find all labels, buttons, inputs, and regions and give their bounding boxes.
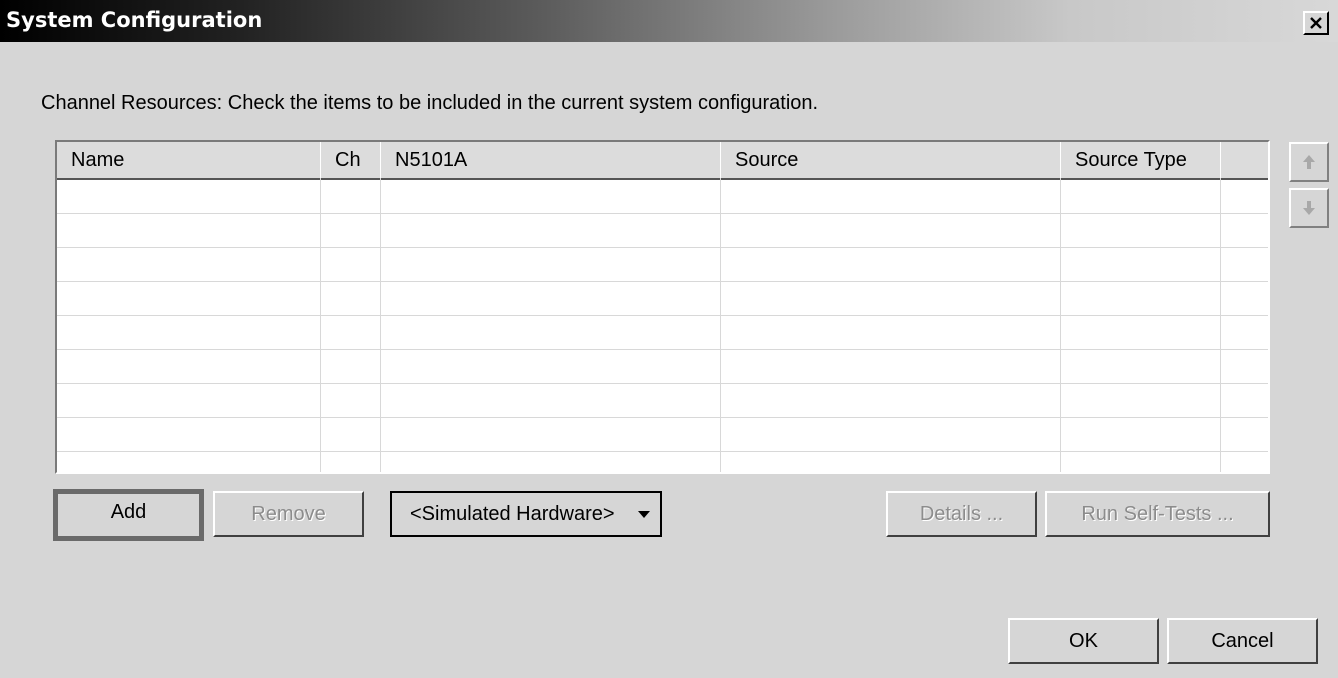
arrow-down-icon <box>1303 201 1315 215</box>
column-header-ch[interactable]: Ch <box>321 142 381 178</box>
chevron-down-icon <box>638 511 650 518</box>
column-header-source[interactable]: Source <box>721 142 1061 178</box>
hardware-select-value: <Simulated Hardware> <box>410 503 615 525</box>
column-header-extra[interactable] <box>1221 142 1268 178</box>
ok-button[interactable]: OK <box>1008 618 1159 664</box>
run-self-tests-button[interactable]: Run Self-Tests ... <box>1045 491 1270 537</box>
window-title: System Configuration <box>6 8 263 32</box>
channel-resources-table[interactable]: Name Ch N5101A Source Source Type <box>55 140 1270 474</box>
table-header: Name Ch N5101A Source Source Type <box>57 142 1268 180</box>
column-header-name[interactable]: Name <box>57 142 321 178</box>
move-down-button[interactable] <box>1289 188 1329 228</box>
move-up-button[interactable] <box>1289 142 1329 182</box>
table-row[interactable] <box>57 180 1268 214</box>
cancel-button[interactable]: Cancel <box>1167 618 1318 664</box>
table-row[interactable] <box>57 384 1268 418</box>
system-configuration-dialog: System Configuration Channel Resources: … <box>0 0 1338 678</box>
title-bar[interactable]: System Configuration <box>0 0 1338 42</box>
hardware-select[interactable]: <Simulated Hardware> <box>390 491 662 537</box>
instructions-label: Channel Resources: Check the items to be… <box>41 92 819 114</box>
details-button[interactable]: Details ... <box>886 491 1037 537</box>
column-header-source-type[interactable]: Source Type <box>1061 142 1221 178</box>
close-button[interactable] <box>1303 11 1329 35</box>
table-row[interactable] <box>57 316 1268 350</box>
table-row[interactable] <box>57 214 1268 248</box>
table-row[interactable] <box>57 282 1268 316</box>
table-row[interactable] <box>57 418 1268 452</box>
table-row[interactable] <box>57 350 1268 384</box>
arrow-up-icon <box>1303 155 1315 169</box>
column-header-n5101a[interactable]: N5101A <box>381 142 721 178</box>
add-button[interactable]: Add <box>53 489 204 541</box>
table-row[interactable] <box>57 248 1268 282</box>
table-row[interactable] <box>57 452 1268 472</box>
close-icon <box>1310 17 1322 29</box>
remove-button[interactable]: Remove <box>213 491 364 537</box>
